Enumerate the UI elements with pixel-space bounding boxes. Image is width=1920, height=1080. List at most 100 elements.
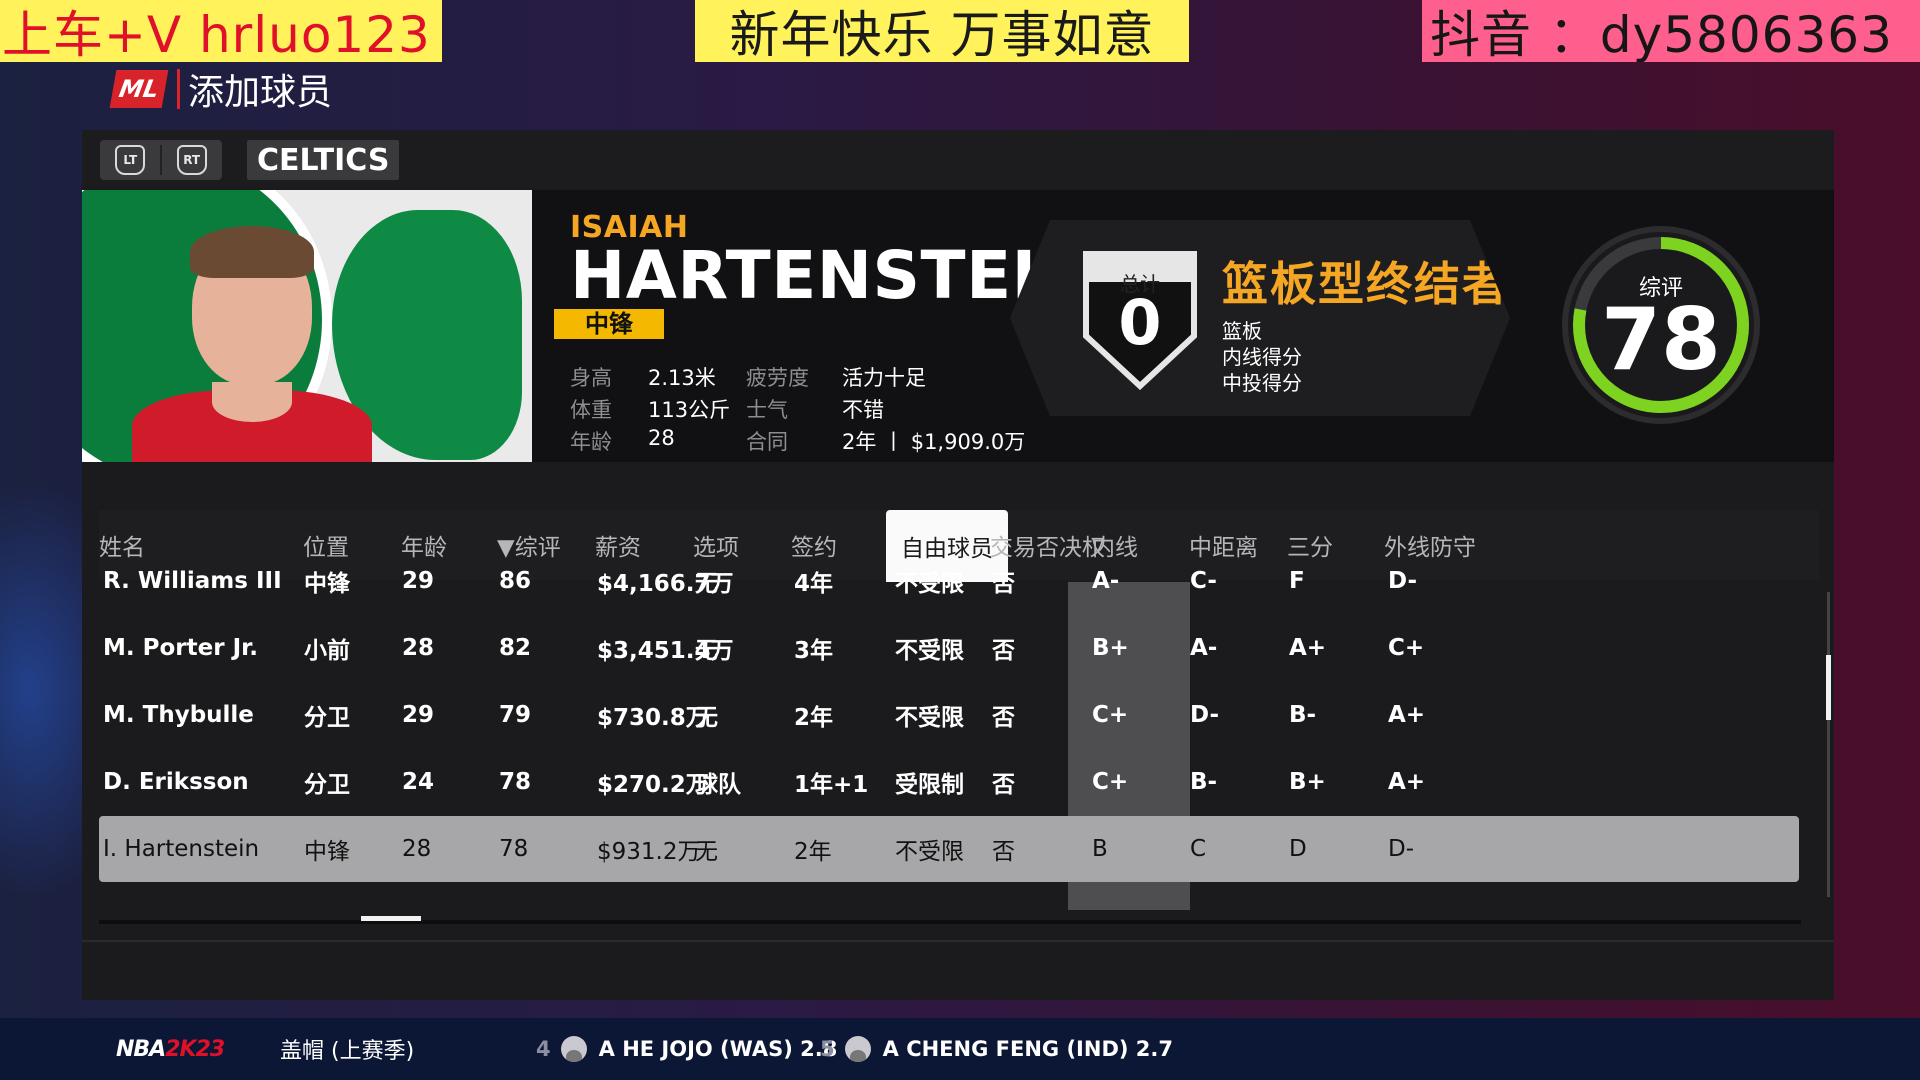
stats-ticker: NBA2K23 盖帽 (上赛季) 4 A HE JOJO (WAS) 2.8 5… [0, 1018, 1920, 1080]
table-cell: 78 [499, 769, 532, 795]
table-cell: 不受限 [895, 705, 964, 731]
table-cell: M. Porter Jr. [103, 635, 258, 661]
table-row[interactable]: M. Porter Jr. 小前 28 82 $3,451.4万无 3年 不受限否 B+ A- A… [99, 615, 1799, 681]
table-cell: A- [1190, 635, 1218, 661]
table-cell: B- [1289, 702, 1317, 728]
table-row[interactable]: D. Eriksson 分卫 24 78 $270.2万 球队 1年+1 受限制 否 C+ B- B+… [99, 749, 1799, 815]
table-cell: 4年 [794, 571, 834, 597]
ticker-text: A CHENG FENG (IND) 2.7 [882, 1037, 1173, 1061]
ticker-text: A HE JOJO (WAS) 2.8 [598, 1037, 838, 1061]
title-divider [177, 69, 180, 109]
player-stats: 身高 2.13米 疲劳度 活力十足 体重 113公斤 士气 不错 年龄 28 合… [570, 362, 1062, 456]
table-cell: 86 [499, 568, 532, 594]
lt-button[interactable]: LT [115, 145, 146, 175]
table-cell: 79 [499, 702, 532, 728]
archetype-panel: 总计 0 篮板型终结者 篮板 内线得分 中投得分 [1010, 220, 1510, 416]
stat-label: 年龄 [570, 430, 612, 454]
table-cell: 中锋 [304, 571, 350, 597]
2k-logo-text: 2K23 [165, 1036, 225, 1062]
table-cell: 78 [499, 836, 529, 862]
player-hair [190, 226, 314, 278]
archetype-skills: 篮板 内线得分 中投得分 [1222, 318, 1302, 396]
roster-table: 姓名 位置 年龄 ▼综评 薪资 选项 签约 自由球员 交易否决权 内线 中距离 三分 外线防守 R. W… [99, 510, 1831, 930]
horizontal-scrollbar[interactable] [99, 920, 1801, 924]
rt-button[interactable]: RT [176, 145, 207, 175]
stat-label: 身高 [570, 366, 612, 390]
player-position: 中锋 [554, 309, 664, 339]
stat-value: 活力十足 [842, 366, 926, 390]
archetype-title: 篮板型终结者 [1222, 257, 1510, 311]
table-cell: A+ [1388, 769, 1426, 795]
table-cell: $931.2万 [597, 839, 701, 865]
table-cell: C [1190, 836, 1207, 862]
table-cell: 3年 [794, 638, 834, 664]
overlay-banner-right: 抖音 ：dy5806363 [1422, 0, 1920, 62]
table-cell: C+ [1388, 635, 1425, 661]
table-cell: 否 [992, 571, 1015, 597]
table-cell: 否 [992, 705, 1015, 731]
skill-item: 内线得分 [1222, 345, 1302, 369]
table-cell: I. Hartenstein [103, 836, 260, 862]
player-card: ISAIAH HARTENSTEIN 中锋 身高 2.13米 疲劳度 活力十足 … [82, 190, 1834, 462]
stat-value: 28 [648, 426, 675, 450]
main-panel: LT RT CELTICS ISAIAH HARTENSTEIN 中锋 身高 2… [82, 130, 1834, 1000]
table-cell: A+ [1289, 635, 1327, 661]
table-cell: A- [1092, 568, 1120, 594]
table-cell: 分卫 [304, 772, 350, 798]
table-cell: B+ [1289, 769, 1326, 795]
table-row[interactable]: M. Thybulle 分卫 29 79 $730.8万无 2年 不受限 否 C+ D- B- A+ [99, 682, 1799, 748]
top-bar: ML 添加球员 [109, 64, 333, 114]
table-cell: 否 [992, 772, 1015, 798]
table-cell: 2年 [794, 705, 834, 731]
table-cell: 否 [992, 839, 1015, 865]
table-cell: D [1289, 836, 1307, 862]
table-cell: 不受限 [895, 638, 964, 664]
ticker-item: 5 A CHENG FENG (IND) 2.7 [820, 1036, 1173, 1062]
table-cell: 中锋 [304, 839, 350, 865]
panel-header: LT RT CELTICS [82, 130, 1834, 188]
table-cell: 29 [402, 702, 435, 728]
table-cell: B [1092, 836, 1108, 862]
ticker-item: 4 A HE JOJO (WAS) 2.8 [536, 1036, 837, 1062]
trigger-separator [159, 145, 162, 175]
player-last-name: HARTENSTEIN [570, 237, 1093, 314]
table-cell: $730.8万 [597, 705, 709, 731]
rating-value: 78 [1601, 290, 1721, 390]
vertical-scrollbar[interactable] [1827, 592, 1830, 897]
table-cell: C+ [1092, 769, 1129, 795]
avatar-icon [560, 1036, 587, 1062]
overlay-banner-left: 上车+V hrluo123 [0, 0, 442, 62]
table-cell: 受限制 [895, 772, 964, 798]
skill-item: 篮板 [1222, 319, 1262, 343]
table-cell: 无 [695, 638, 718, 664]
table-cell: 无 [695, 839, 718, 865]
table-cell: M. Thybulle [103, 702, 254, 728]
table-cell: 不受限 [895, 839, 964, 865]
table-row[interactable]: I. Hartenstein 中锋 28 78 $931.2万无 2年 不受限 否 B C D D- [99, 816, 1799, 882]
table-cell: 球队 [695, 772, 741, 798]
nba-logo-text: NBA [116, 1036, 166, 1062]
table-row[interactable]: R. Williams III 中锋 29 86 $4,166.7万无 4年 不受限否 A- C… [99, 548, 1799, 614]
vertical-scroll-thumb[interactable] [1826, 655, 1831, 720]
stat-value: 2.13米 [648, 366, 716, 390]
player-portrait [82, 190, 532, 462]
table-cell: D- [1190, 702, 1220, 728]
table-cell: 28 [402, 836, 432, 862]
table-cell: A+ [1388, 702, 1426, 728]
table-cell: C+ [1092, 702, 1129, 728]
table-cell: 小前 [304, 638, 350, 664]
page-title: 添加球员 [188, 72, 333, 113]
team-name: CELTICS [247, 140, 400, 180]
table-cell: 2年 [794, 839, 832, 865]
stat-label: 士气 [746, 398, 788, 422]
table-cell: C- [1190, 568, 1217, 594]
stat-label: 疲劳度 [746, 366, 809, 390]
table-cell: R. Williams III [103, 568, 282, 594]
horizontal-scroll-thumb[interactable] [361, 916, 421, 921]
table-cell: D- [1388, 836, 1415, 862]
ticker-category: 盖帽 (上赛季) [280, 1039, 415, 1064]
player-neck [212, 382, 292, 422]
table-cell: B+ [1092, 635, 1129, 661]
table-cell: 82 [499, 635, 532, 661]
trigger-switcher: LT RT [100, 140, 222, 180]
